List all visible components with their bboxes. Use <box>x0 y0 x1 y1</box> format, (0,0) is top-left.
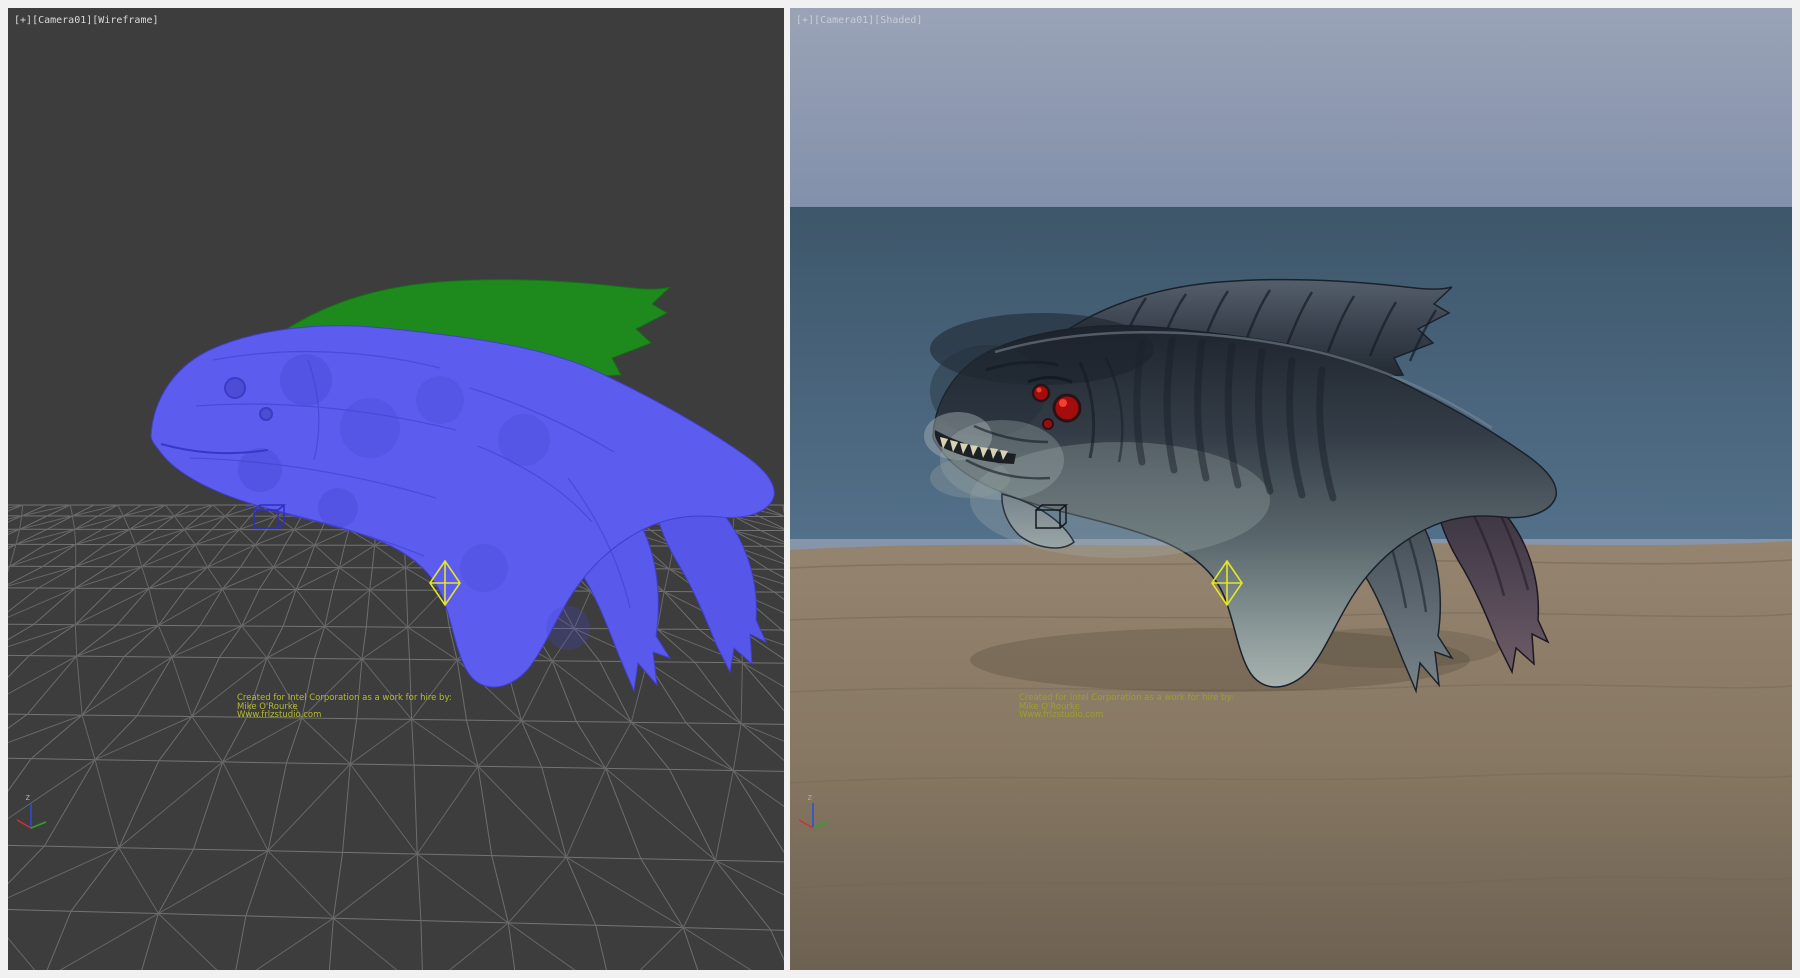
viewport-shading-button[interactable]: [Shaded] <box>874 15 922 26</box>
scene-credit-text: Created for Intel Corporation as a work … <box>237 694 452 720</box>
axis-y-line <box>813 822 828 828</box>
fish-eye-tiny <box>1043 419 1053 429</box>
world-axis-tripod: z <box>794 790 838 834</box>
fish-eye-small <box>1033 385 1049 401</box>
wireframe-canvas[interactable] <box>8 8 784 970</box>
viewport-label: [+][Camera01][Wireframe] <box>14 15 159 26</box>
credit-line-3: Www.frlzstudio.com <box>1019 711 1234 720</box>
viewport-wireframe: [+][Camera01][Wireframe] Created for Int… <box>8 8 784 970</box>
credit-line-3: Www.frlzstudio.com <box>237 711 452 720</box>
axis-z-label: z <box>807 793 812 803</box>
fish-eye-small <box>260 408 272 420</box>
fish-eye-large <box>1054 395 1080 421</box>
viewport-menu-button[interactable]: [+] <box>14 15 32 26</box>
dual-viewport-window: [+][Camera01][Wireframe] Created for Int… <box>0 0 1800 978</box>
viewport-camera-button[interactable]: [Camera01] <box>32 15 92 26</box>
viewport-camera-button[interactable]: [Camera01] <box>814 15 874 26</box>
axis-y-line <box>31 822 46 828</box>
axis-x-line <box>799 820 813 828</box>
axis-z-label: z <box>25 793 30 803</box>
axis-x-line <box>17 820 31 828</box>
world-axis-tripod: z <box>12 790 56 834</box>
viewport-menu-button[interactable]: [+] <box>796 15 814 26</box>
shaded-canvas[interactable] <box>790 8 1792 970</box>
viewport-label: [+][Camera01][Shaded] <box>796 15 922 26</box>
scene-credit-text: Created for Intel Corporation as a work … <box>1019 694 1234 720</box>
fish-eye-large <box>225 378 245 398</box>
viewport-shaded: [+][Camera01][Shaded] Created for Intel … <box>790 8 1792 970</box>
sky <box>790 8 1792 208</box>
eye-highlight-2 <box>1037 388 1042 393</box>
viewport-shading-button[interactable]: [Wireframe] <box>92 15 158 26</box>
eye-highlight <box>1059 399 1067 407</box>
